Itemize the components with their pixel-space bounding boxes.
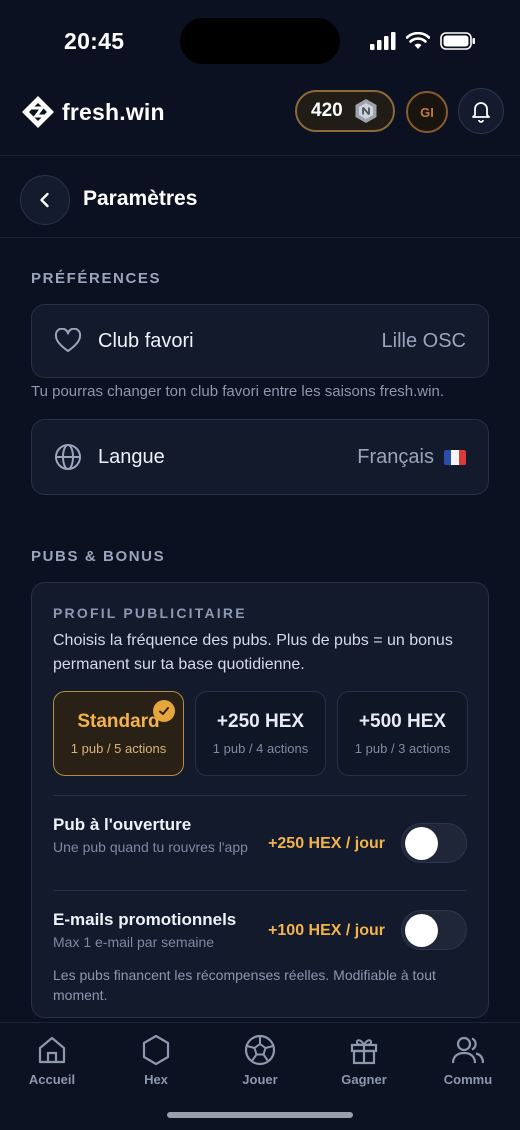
page-header: Paramètres: [0, 157, 520, 238]
promo-emails-row: E-mails promotionnels Max 1 e-mail par s…: [53, 910, 467, 970]
check-icon: [153, 700, 175, 722]
ad-profile-title: PROFIL PUBLICITAIRE: [53, 605, 247, 621]
globe-icon: [54, 443, 82, 471]
chevron-left-icon: [40, 192, 49, 208]
nav-label: Gagner: [341, 1072, 387, 1087]
ad-option-250[interactable]: +250 HEX 1 pub / 4 actions: [195, 691, 326, 776]
ads-footnote: Les pubs financent les récompenses réell…: [53, 967, 436, 1003]
language-value: Français: [357, 445, 434, 468]
ad-option-500[interactable]: +500 HEX 1 pub / 3 actions: [337, 691, 468, 776]
opening-ad-bonus: +250 HEX / jour: [268, 835, 385, 852]
nav-label: Commu: [443, 1072, 493, 1087]
favorite-club-value: Lille OSC: [381, 329, 466, 352]
notifications-button[interactable]: [458, 88, 504, 134]
divider: [53, 890, 467, 891]
app-header: fresh.win 420 GI: [0, 86, 520, 156]
ad-option-name: +500 HEX: [358, 711, 447, 732]
hexagon-icon: [142, 1034, 170, 1066]
fresh-win-logo-icon: [22, 96, 54, 128]
opening-ad-toggle[interactable]: [401, 823, 467, 863]
page-title: Paramètres: [83, 187, 198, 210]
nav-item-jouer[interactable]: Jouer: [208, 1033, 312, 1087]
bell-icon: [472, 102, 490, 123]
nav-label: Accueil: [28, 1072, 76, 1087]
french-flag-icon: [444, 449, 466, 465]
divider: [53, 795, 467, 796]
promo-emails-title: E-mails promotionnels: [53, 910, 237, 929]
status-bar: 20:45: [0, 0, 520, 86]
opening-ad-row: Pub à l'ouverture Une pub quand tu rouvr…: [53, 815, 467, 875]
ad-frequency-options: Standard 1 pub / 5 actions +250 HEX 1 pu…: [53, 691, 468, 776]
ad-option-standard[interactable]: Standard 1 pub / 5 actions: [53, 691, 184, 776]
soccer-ball-icon: [244, 1034, 276, 1066]
brand[interactable]: fresh.win: [20, 94, 165, 130]
club-hint: Tu pourras changer ton club favori entre…: [31, 383, 444, 400]
users-icon: [451, 1036, 485, 1064]
status-icons: [370, 32, 476, 50]
opening-ad-title: Pub à l'ouverture: [53, 815, 192, 834]
ad-option-name: +250 HEX: [216, 711, 305, 732]
nav-item-accueil[interactable]: Accueil: [0, 1033, 104, 1087]
hex-coin-icon: [355, 99, 377, 123]
favorite-club-row[interactable]: Club favori Lille OSC: [31, 304, 489, 378]
avatar[interactable]: GI: [406, 91, 448, 133]
gift-icon: [350, 1039, 378, 1065]
nav-item-commu[interactable]: Commu: [416, 1033, 520, 1087]
heart-icon: [54, 327, 82, 355]
ads-section-label: PUBS & BONUS: [31, 548, 166, 565]
language-label: Langue: [98, 445, 165, 468]
opening-ad-subtitle: Une pub quand tu rouvres l'app: [53, 839, 248, 855]
ad-option-name: Standard: [77, 711, 160, 732]
promo-emails-toggle[interactable]: [401, 910, 467, 950]
dynamic-island: [180, 18, 340, 64]
nav-item-hex[interactable]: Hex: [104, 1033, 208, 1087]
ad-option-frequency: 1 pub / 5 actions: [70, 741, 167, 756]
status-time: 20:45: [64, 28, 125, 54]
ad-option-frequency: 1 pub / 3 actions: [354, 741, 451, 756]
hex-balance-pill[interactable]: 420: [295, 90, 395, 132]
cellular-signal-icon: [370, 32, 396, 50]
favorite-club-label: Club favori: [98, 329, 194, 352]
toggle-knob: [405, 827, 438, 860]
toggle-knob: [405, 914, 438, 947]
preferences-section-label: PRÉFÉRENCES: [31, 270, 162, 287]
nav-label: Jouer: [242, 1072, 278, 1087]
brand-name: fresh.win: [62, 98, 165, 125]
ad-profile-description: Choisis la fréquence des pubs. Plus de p…: [53, 632, 453, 673]
ad-option-frequency: 1 pub / 4 actions: [212, 741, 309, 756]
language-row[interactable]: Langue Français: [31, 419, 489, 495]
nav-item-gagner[interactable]: Gagner: [312, 1033, 416, 1087]
home-indicator: [167, 1112, 353, 1118]
nav-label: Hex: [144, 1072, 168, 1087]
home-icon: [38, 1036, 66, 1064]
promo-emails-bonus: +100 HEX / jour: [268, 922, 385, 939]
wifi-icon: [406, 32, 430, 49]
hex-balance-value: 420: [311, 100, 343, 121]
language-value-group: Français: [357, 446, 466, 469]
battery-icon: [440, 32, 475, 50]
back-button[interactable]: [20, 175, 70, 225]
ad-profile-card: PROFIL PUBLICITAIRE Choisis la fréquence…: [31, 582, 489, 1018]
